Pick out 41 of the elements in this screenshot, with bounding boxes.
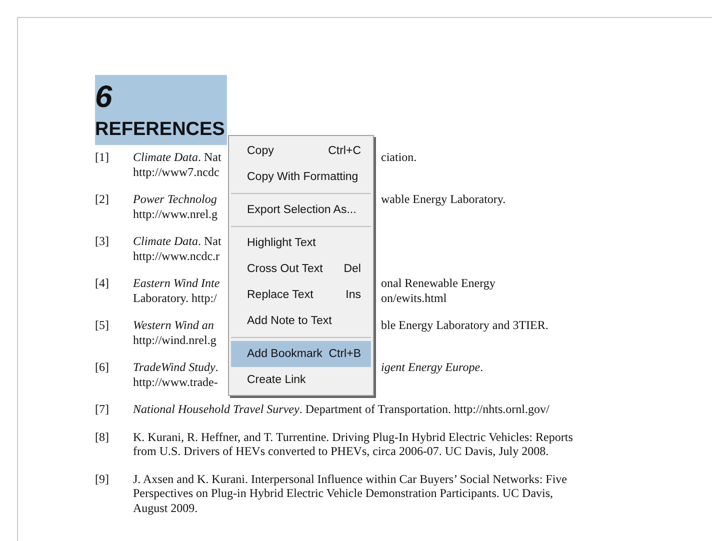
reference-text: wable Energy Laboratory. — [381, 192, 506, 206]
reference-text: Climate Data. Nat — [133, 150, 222, 164]
reference-number: [5] — [95, 318, 110, 334]
reference-number: [7] — [95, 402, 110, 416]
reference-text: on/ewits.html — [381, 290, 447, 305]
menu-item[interactable]: Cross Out Text Del — [231, 256, 371, 282]
reference-text: ble Energy Laboratory and 3TIER. — [381, 318, 548, 332]
reference-number: [9] — [95, 472, 110, 488]
reference-text: Western Wind an — [133, 318, 215, 332]
reference-text: J. Axsen and K. Kurani. Interpersonal Influence within Car Buyers’ Social Networks: Five Perspectives on Plug-in Hybrid Electric Vehicle Demonstration Participants. UC Davis, August 2009. — [133, 472, 568, 515]
reference-text: http://wind.nrel.g — [133, 332, 218, 347]
menu-item[interactable]: Highlight Text — [231, 230, 371, 256]
reference-number: [6] — [95, 360, 110, 376]
reference-text: ciation. — [381, 150, 417, 164]
menu-item[interactable]: Copy With Formatting — [231, 164, 371, 190]
reference-text: http://www.nrel.g — [133, 206, 219, 221]
reference-number: [2] — [95, 192, 110, 208]
menu-item[interactable]: Export Selection As... — [231, 197, 371, 223]
reference-text: http://www7.ncdc — [133, 164, 220, 179]
reference-text: Laboratory. http:/ — [133, 290, 218, 305]
chapter-title: REFERENCES — [95, 119, 225, 141]
reference-text: Climate Data. Nat — [133, 234, 222, 248]
chapter-number: 6 — [95, 78, 114, 116]
menu-item[interactable]: Add Bookmark Ctrl+B — [231, 341, 371, 367]
reference-text: http://www.ncdc.r — [133, 248, 221, 263]
reference-number: [1] — [95, 150, 110, 166]
menu-item[interactable]: Add Note to Text — [231, 308, 371, 334]
reference-text: Power Technolog — [133, 192, 218, 206]
reference-number: [3] — [95, 234, 110, 250]
reference-text: TradeWind Study. — [133, 360, 220, 374]
reference-text: National Household Travel Survey. Department of Transportation. http://nhts.ornl.gov/ — [133, 402, 550, 416]
reference-text: http://www.trade- — [133, 374, 219, 389]
reference-text: Eastern Wind Inte — [133, 276, 221, 290]
menu-item[interactable]: Copy Ctrl+C — [231, 138, 371, 164]
reference-number: [4] — [95, 276, 110, 292]
reference-text: onal Renewable Energy — [381, 276, 496, 290]
menu-item[interactable]: Replace Text Ins — [231, 282, 371, 308]
reference-text: igent Energy Europe. — [381, 360, 484, 374]
menu-item[interactable]: Create Link — [231, 367, 371, 393]
reference-text: K. Kurani, R. Heffner, and T. Turrentine. Driving Plug-In Hybrid Electric Vehicles: Reports from U.S. Drivers of HEVs converted to PHEVs, circa 2006-07. UC Davis, July 2008. — [133, 430, 574, 458]
reference-number: [8] — [95, 430, 110, 446]
